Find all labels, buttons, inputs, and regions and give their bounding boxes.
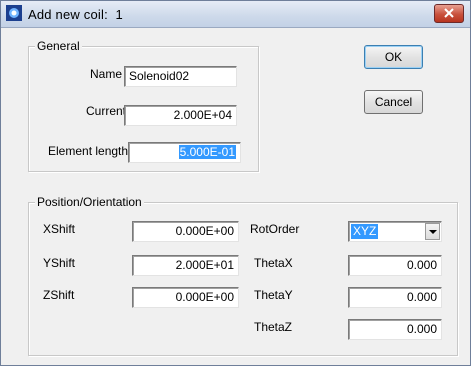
dialog-window: Add new coil: 1 General Name Solenoid02 … <box>0 0 471 366</box>
thetay-field[interactable]: 0.000 <box>348 287 442 308</box>
thetax-field[interactable]: 0.000 <box>348 255 442 276</box>
title-bar[interactable]: Add new coil: 1 <box>1 1 470 28</box>
chevron-down-icon <box>429 230 437 234</box>
close-button[interactable] <box>434 4 464 23</box>
rotorder-dropdown-button[interactable] <box>425 223 440 240</box>
element-length-field[interactable]: 5.000E-01 <box>128 142 241 163</box>
yshift-field[interactable]: 2.000E+01 <box>132 255 239 276</box>
app-icon <box>6 5 22 21</box>
thetay-label: ThetaY <box>254 288 293 302</box>
general-group-label: General <box>35 39 82 53</box>
element-length-label: Element length <box>48 144 129 158</box>
close-icon <box>444 8 454 18</box>
window-title: Add new coil: 1 <box>28 7 123 22</box>
position-orientation-group-label: Position/Orientation <box>35 195 144 209</box>
ok-button[interactable]: OK <box>364 45 423 69</box>
thetaz-label: ThetaZ <box>254 320 293 334</box>
rotorder-dropdown[interactable]: XYZ <box>348 221 442 242</box>
current-label: Current <box>86 104 127 118</box>
zshift-label: ZShift <box>43 288 75 302</box>
name-field[interactable]: Solenoid02 <box>124 66 237 87</box>
thetaz-field[interactable]: 0.000 <box>348 319 442 340</box>
rotorder-label: RotOrder <box>250 222 300 236</box>
rotorder-value: XYZ <box>351 224 379 239</box>
cancel-button[interactable]: Cancel <box>364 90 423 114</box>
element-length-selection: 5.000E-01 <box>178 145 236 159</box>
xshift-field[interactable]: 0.000E+00 <box>132 221 239 242</box>
name-label: Name <box>90 67 123 81</box>
zshift-field[interactable]: 0.000E+00 <box>132 287 239 308</box>
thetax-label: ThetaX <box>254 256 293 270</box>
xshift-label: XShift <box>43 222 76 236</box>
yshift-label: YShift <box>43 256 76 270</box>
current-field[interactable]: 2.000E+04 <box>124 105 237 126</box>
